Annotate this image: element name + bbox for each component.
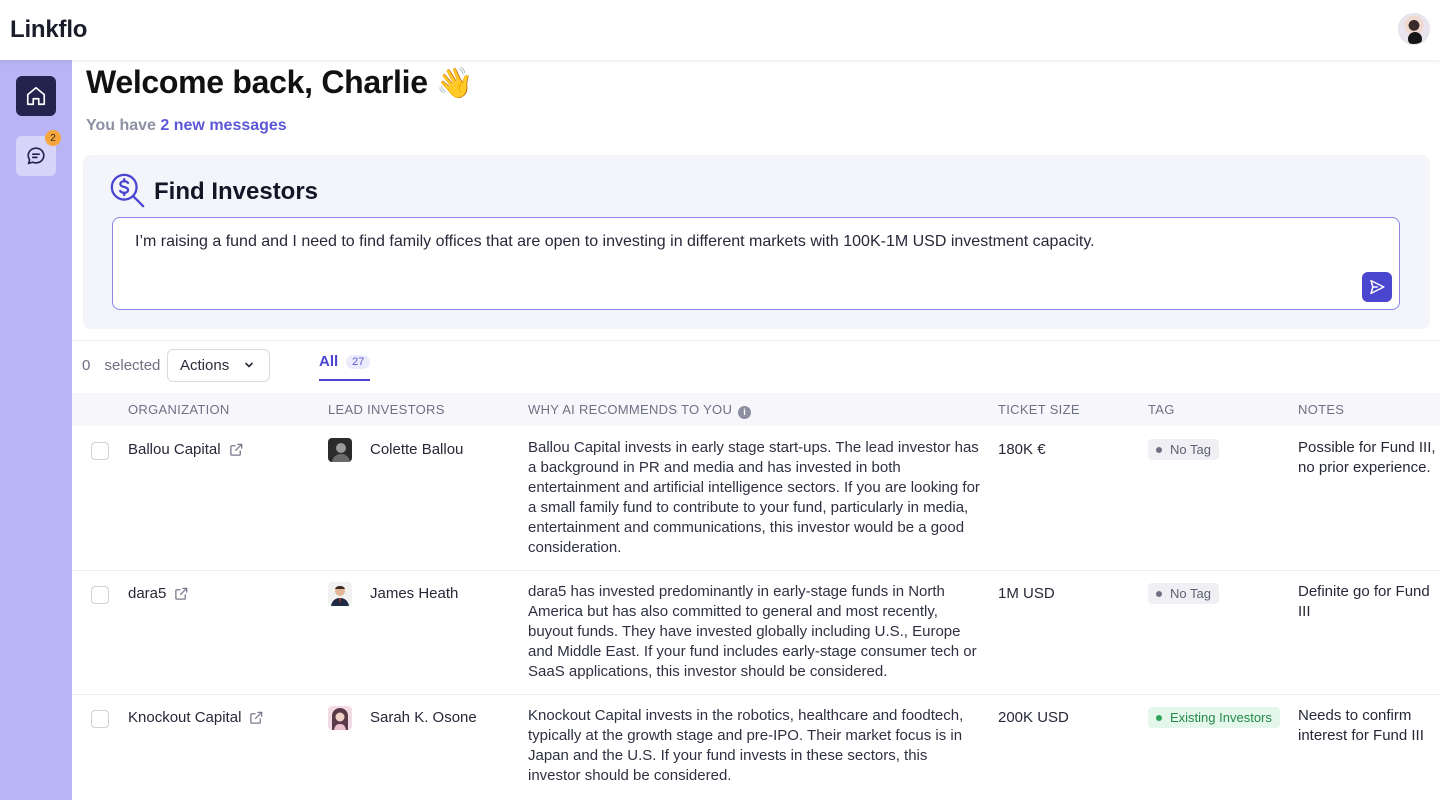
tab-all-label: All bbox=[319, 353, 339, 370]
ticket-size: 180K € bbox=[998, 441, 1046, 458]
ticket-size: 1M USD bbox=[998, 585, 1055, 602]
new-messages-link[interactable]: 2 new messages bbox=[160, 117, 286, 134]
lead-avatar bbox=[328, 438, 352, 462]
investor-query-input[interactable]: I’m raising a fund and I need to find fa… bbox=[112, 217, 1400, 310]
find-investors-title: Find Investors bbox=[154, 178, 319, 205]
header-lead-investors[interactable]: LEAD INVESTORS bbox=[328, 402, 445, 417]
lead-avatar bbox=[328, 582, 352, 606]
ticket-size: 200K USD bbox=[998, 709, 1069, 726]
ai-reason: dara5 has invested predominantly in earl… bbox=[528, 583, 977, 680]
investor-query-text[interactable]: I’m raising a fund and I need to find fa… bbox=[135, 233, 1095, 251]
nav-messages-button[interactable]: 2 bbox=[16, 130, 61, 176]
search-dollar-icon bbox=[110, 173, 145, 208]
external-link-icon[interactable] bbox=[174, 586, 189, 601]
info-icon[interactable]: i bbox=[738, 406, 752, 419]
table-header: ORGANIZATION LEAD INVESTORS WHY AI RECOM… bbox=[72, 393, 1440, 426]
organization-name[interactable]: Knockout Capital bbox=[128, 709, 241, 726]
sidebar: 2 bbox=[0, 60, 72, 800]
page-title: Welcome back, Charlie 👋 bbox=[86, 64, 474, 101]
header-why-ai-label[interactable]: WHY AI RECOMMENDS TO YOU bbox=[528, 402, 732, 417]
organization-cell: dara5 bbox=[128, 585, 189, 602]
lead-investor-name: James Heath bbox=[370, 585, 459, 602]
find-investors-card: Find Investors I’m raising a fund and I … bbox=[83, 155, 1430, 329]
organization-name[interactable]: Ballou Capital bbox=[128, 441, 221, 458]
header-tag[interactable]: TAG bbox=[1148, 402, 1175, 417]
tag-label: No Tag bbox=[1170, 442, 1211, 457]
top-bar: Linkflo bbox=[0, 0, 1440, 60]
tab-all[interactable]: All 27 bbox=[319, 353, 371, 381]
chat-icon bbox=[27, 147, 45, 165]
tag-dot bbox=[1156, 590, 1162, 597]
table-row[interactable]: Knockout Capital Sarah K. Osone Knockout… bbox=[72, 695, 1440, 800]
tag-label: Existing Investors bbox=[1170, 710, 1272, 725]
header-notes[interactable]: NOTES bbox=[1298, 402, 1344, 417]
tag-badge[interactable]: No Tag bbox=[1148, 439, 1219, 460]
chevron-down-icon bbox=[245, 362, 253, 368]
send-query-button[interactable] bbox=[1362, 272, 1392, 302]
lead-investor-name: Sarah K. Osone bbox=[370, 709, 477, 726]
lead-investor-name: Colette Ballou bbox=[370, 441, 464, 458]
user-avatar[interactable] bbox=[1398, 13, 1430, 45]
tag-dot bbox=[1156, 714, 1162, 721]
organization-cell: Ballou Capital bbox=[128, 441, 244, 458]
selection-count: 0 selected bbox=[82, 357, 160, 374]
app-logo[interactable]: Linkflo bbox=[10, 16, 87, 44]
notes-cell[interactable]: Needs to confirm interest for Fund III bbox=[1298, 706, 1438, 746]
organization-cell: Knockout Capital bbox=[128, 709, 264, 726]
actions-dropdown[interactable]: Actions bbox=[167, 349, 270, 382]
selected-number: 0 bbox=[82, 357, 91, 374]
nav-home-button[interactable] bbox=[16, 76, 56, 116]
tag-badge[interactable]: Existing Investors bbox=[1148, 707, 1280, 728]
selected-label: selected bbox=[104, 357, 161, 374]
notes-cell[interactable]: Definite go for Fund III bbox=[1298, 582, 1438, 622]
row-checkbox[interactable] bbox=[91, 442, 109, 460]
actions-label: Actions bbox=[180, 357, 230, 374]
messages-summary-prefix: You have bbox=[86, 117, 156, 134]
notes-cell[interactable]: Possible for Fund III, no prior experien… bbox=[1298, 438, 1438, 478]
external-link-icon[interactable] bbox=[249, 710, 264, 725]
ai-reason: Knockout Capital invests in the robotics… bbox=[528, 707, 964, 784]
row-checkbox[interactable] bbox=[91, 586, 109, 604]
tab-all-count: 27 bbox=[346, 354, 371, 369]
welcome-text: Welcome back, Charlie bbox=[86, 64, 428, 100]
messages-summary: You have 2 new messages bbox=[86, 117, 287, 135]
send-icon bbox=[1370, 279, 1385, 295]
header-why-ai: WHY AI RECOMMENDS TO YOU i bbox=[528, 402, 752, 419]
messages-badge: 2 bbox=[45, 130, 61, 146]
header-ticket-size[interactable]: TICKET SIZE bbox=[998, 402, 1080, 417]
tag-badge[interactable]: No Tag bbox=[1148, 583, 1219, 604]
section-divider bbox=[72, 340, 1440, 341]
table-row[interactable]: dara5 James Heath dara5 has invested pre… bbox=[72, 571, 1440, 695]
ai-reason: Ballou Capital invests in early stage st… bbox=[528, 439, 980, 556]
external-link-icon[interactable] bbox=[229, 442, 244, 457]
organization-name[interactable]: dara5 bbox=[128, 585, 166, 602]
lead-avatar bbox=[328, 706, 352, 730]
tag-label: No Tag bbox=[1170, 586, 1211, 601]
wave-emoji: 👋 bbox=[436, 67, 474, 100]
home-icon bbox=[26, 86, 46, 106]
tag-dot bbox=[1156, 446, 1162, 453]
header-organization[interactable]: ORGANIZATION bbox=[128, 402, 230, 417]
row-checkbox[interactable] bbox=[91, 710, 109, 728]
table-row[interactable]: Ballou Capital Colette Ballou Ballou Cap… bbox=[72, 426, 1440, 571]
